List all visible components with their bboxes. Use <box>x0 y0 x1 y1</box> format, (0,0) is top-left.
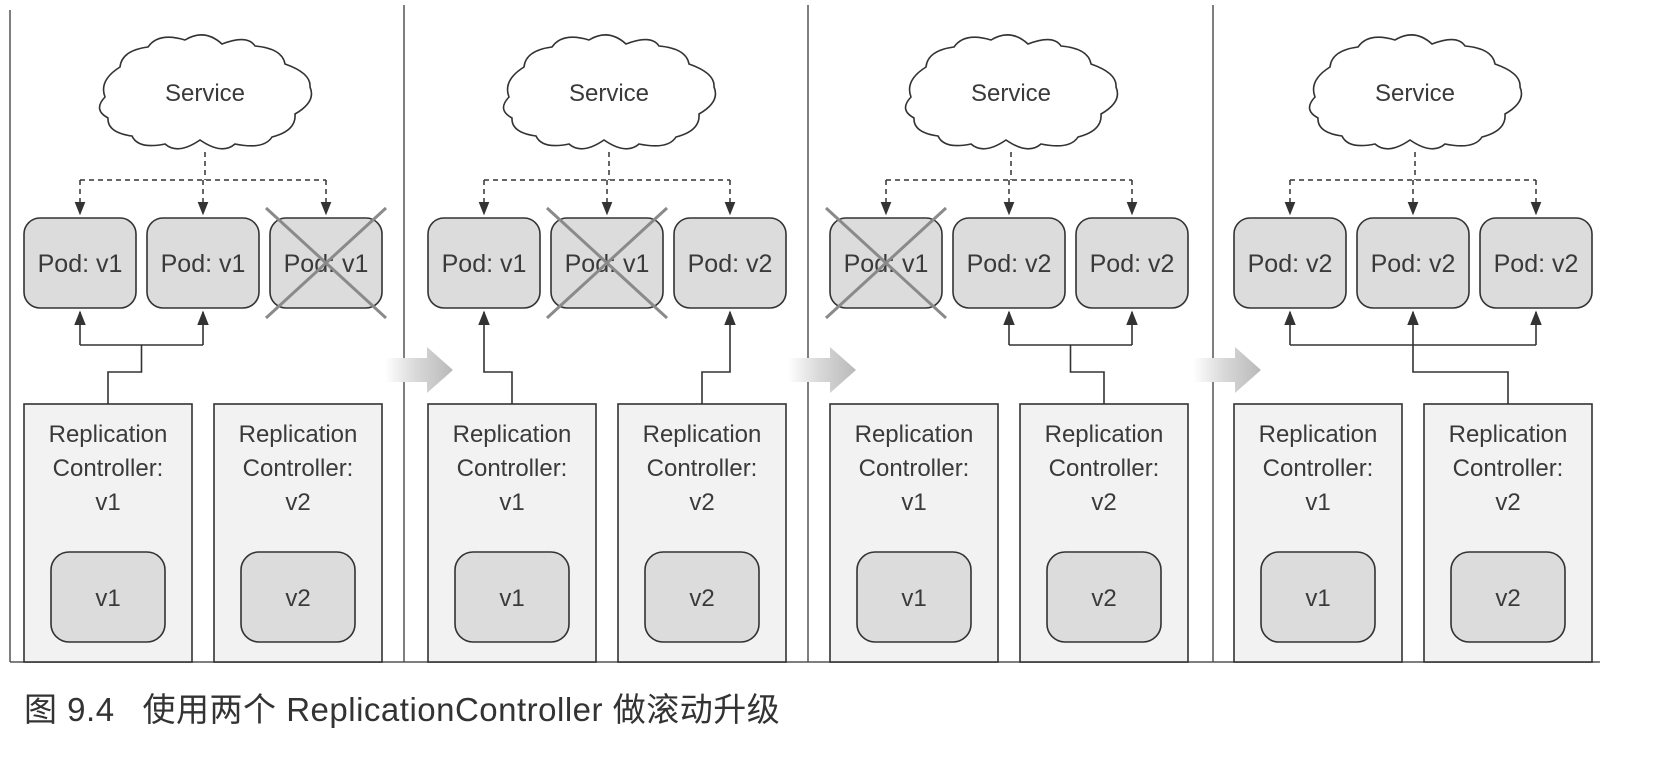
figure-caption: 图 9.4 使用两个 ReplicationController 做滚动升级 <box>24 683 780 731</box>
transition-arrow <box>1193 347 1261 393</box>
pod-label: Pod: v2 <box>967 250 1052 278</box>
pod-template-label: v1 <box>901 585 926 612</box>
figure-caption-text: 使用两个 ReplicationController 做滚动升级 <box>142 691 781 728</box>
pod-template-label: v2 <box>689 585 714 612</box>
replication-controller-label: Replication <box>643 421 762 448</box>
replication-controller-label: Controller: <box>647 455 758 482</box>
replication-controller-label: Controller: <box>243 455 354 482</box>
pod-label: Pod: v2 <box>688 250 773 278</box>
replication-controller-label: Controller: <box>859 455 970 482</box>
replication-controller-label: v2 <box>689 489 714 516</box>
replication-controller-label: Replication <box>855 421 974 448</box>
replication-controller-label: Replication <box>1045 421 1164 448</box>
replication-controller-label: v1 <box>499 489 524 516</box>
replication-controller-label: v2 <box>1495 489 1520 516</box>
pod-label: Pod: v1 <box>442 250 527 278</box>
replication-controller-label: v2 <box>285 489 310 516</box>
service-label: Service <box>971 80 1051 107</box>
replication-controller-label: Replication <box>49 421 168 448</box>
stage-panel: ServicePod: v1Pod: v2Pod: v2ReplicationC… <box>824 34 1189 663</box>
pod-label: Pod: v1 <box>38 250 123 278</box>
replication-controller-label: Replication <box>453 421 572 448</box>
replication-controller-label: v1 <box>95 489 120 516</box>
replication-controller-label: Replication <box>1449 421 1568 448</box>
replication-controller-label: Replication <box>1259 421 1378 448</box>
replication-controller-label: v2 <box>1091 489 1116 516</box>
replication-controller-label: Controller: <box>457 455 568 482</box>
controller-link <box>483 345 513 404</box>
pod-template-label: v1 <box>95 585 120 612</box>
pod-label: Pod: v2 <box>1248 250 1333 278</box>
replication-controller-label: Controller: <box>1453 455 1564 482</box>
rolling-update-diagram: Service Pod: v1 Pod: v1 Pod: v1 Replication C… <box>9 5 1600 663</box>
pod-template-label: v1 <box>499 585 524 612</box>
transition-arrow <box>788 347 856 393</box>
controller-link <box>107 345 143 404</box>
stage-panel: ServicePod: v1Pod: v1Pod: v2ReplicationC… <box>427 34 787 663</box>
pod-label: Pod: v2 <box>1494 250 1579 278</box>
controller-link <box>1412 345 1509 404</box>
replication-controller-label: v1 <box>1305 489 1330 516</box>
stage-panel: Service Pod: v2 Pod: v2 Pod: v2 Replication C… <box>1233 34 1593 663</box>
pod-template-label: v2 <box>285 585 310 612</box>
pod-template-label: v2 <box>1091 585 1116 612</box>
replication-controller-label: Replication <box>239 421 358 448</box>
replication-controller-label: Controller: <box>1049 455 1160 482</box>
replication-controller-label: v1 <box>901 489 926 516</box>
replication-controller-label: Controller: <box>1263 455 1374 482</box>
pod-label: Pod: v2 <box>1371 250 1456 278</box>
transition-arrow <box>385 347 453 393</box>
pod-template-label: v1 <box>1305 585 1330 612</box>
stage-panel: ServicePod: v1Pod: v1Pod: v1ReplicationC… <box>23 34 388 663</box>
pod-label: Pod: v2 <box>1090 250 1175 278</box>
controller-link <box>1069 345 1105 404</box>
service-label: Service <box>165 80 245 107</box>
service-label: Service <box>569 80 649 107</box>
pod-template-label: v2 <box>1495 585 1520 612</box>
figure-number: 图 9.4 <box>24 691 115 728</box>
replication-controller-label: Controller: <box>53 455 164 482</box>
service-label: Service <box>1375 80 1455 107</box>
controller-link <box>701 345 731 404</box>
pod-label: Pod: v1 <box>161 250 246 278</box>
